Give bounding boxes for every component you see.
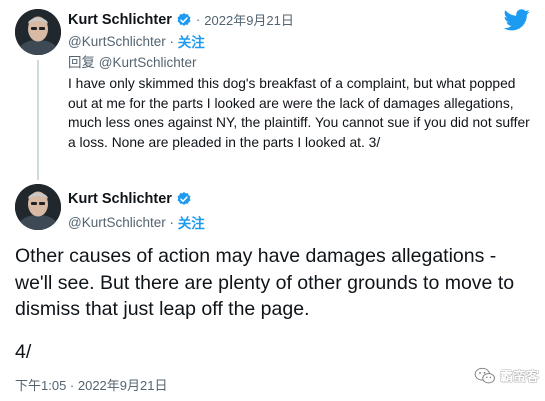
- display-name[interactable]: Kurt Schlichter: [68, 12, 172, 28]
- tweet2-handle-row: @KurtSchlichter · 关注: [68, 212, 205, 232]
- reply-prefix: 回复: [68, 55, 95, 70]
- tweet-timestamp[interactable]: 下午1:05 · 2022年9月21日: [15, 375, 167, 394]
- follow-button[interactable]: 关注: [178, 31, 205, 51]
- avatar[interactable]: [15, 9, 61, 55]
- tweet1-handle-row: @KurtSchlichter · 关注: [68, 31, 205, 51]
- wechat-icon: [474, 367, 495, 383]
- tweet-date[interactable]: 2022年9月21日: [204, 10, 294, 29]
- follow-button[interactable]: 关注: [178, 212, 205, 232]
- handle[interactable]: @KurtSchlichter: [68, 34, 166, 49]
- thread-connector-line: [37, 60, 39, 180]
- tweet-thread-number: 4/: [15, 341, 32, 363]
- handle[interactable]: @KurtSchlichter: [68, 215, 166, 230]
- verified-badge-icon: [177, 192, 191, 205]
- tweet-text: I have only skimmed this dog's breakfast…: [68, 76, 534, 150]
- watermark-text: 霸蛮客: [499, 369, 539, 384]
- display-name[interactable]: Kurt Schlichter: [68, 191, 172, 207]
- tweet-text: Other causes of action may have damages …: [15, 245, 520, 320]
- tweet2-header: Kurt Schlichter: [68, 191, 192, 207]
- tweet1-header: Kurt Schlichter · 2022年9月21日: [68, 10, 294, 29]
- handle-separator: ·: [165, 33, 178, 49]
- twitter-bird-icon[interactable]: [504, 9, 530, 31]
- reply-mention-link[interactable]: @KurtSchlichter: [99, 55, 197, 70]
- avatar-image: [15, 9, 61, 55]
- separator: ·: [195, 12, 201, 27]
- avatar[interactable]: [15, 184, 61, 230]
- reply-context: 回复 @KurtSchlichter: [68, 51, 197, 71]
- avatar-image: [15, 184, 61, 230]
- handle-separator: ·: [165, 214, 178, 230]
- watermark: 霸蛮客: [474, 366, 539, 385]
- verified-badge-icon: [177, 12, 191, 26]
- tweet-thread-card: Kurt Schlichter · 2022年9月21日 @KurtSchlic…: [0, 0, 545, 401]
